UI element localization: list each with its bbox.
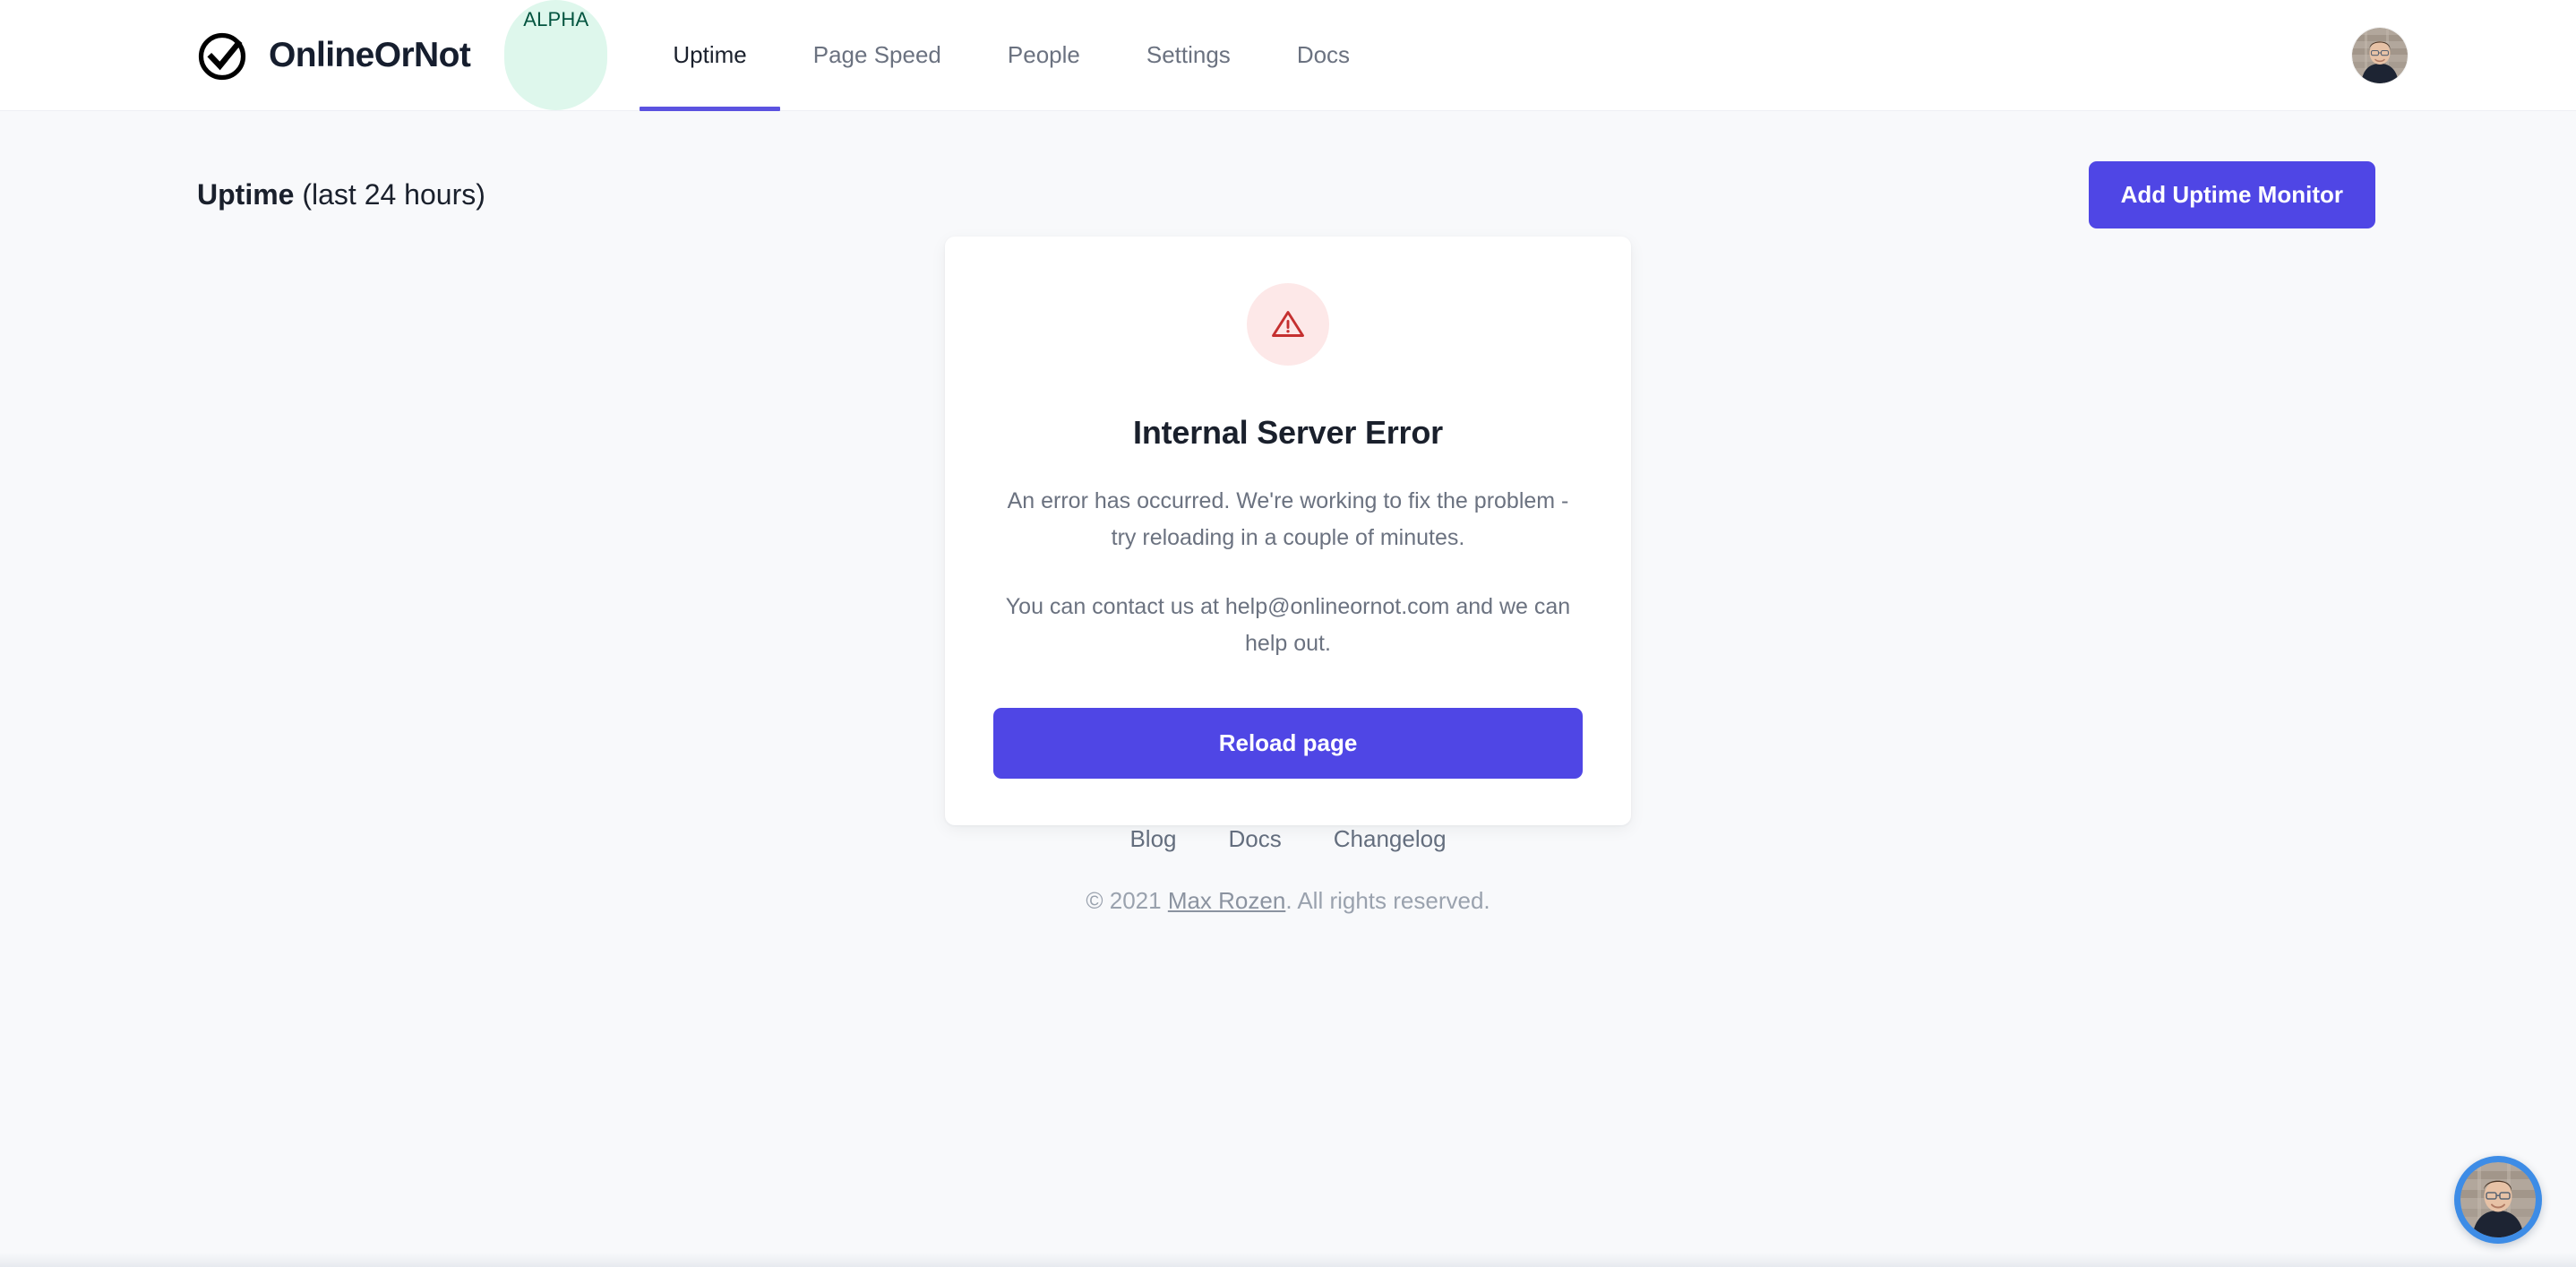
app-root: OnlineOrNot ALPHA Uptime Page Speed Peop… [0,0,2576,1267]
error-card-zone: Internal Server Error An error has occur… [0,228,2576,825]
nav-item-docs[interactable]: Docs [1264,0,1383,110]
site-footer: Blog Docs Changelog © 2021 Max Rozen. Al… [0,825,2576,1001]
error-title: Internal Server Error [1133,414,1443,451]
header-right [2352,0,2535,110]
app-header: OnlineOrNot ALPHA Uptime Page Speed Peop… [0,0,2576,111]
bottom-gradient-band [0,1253,2576,1267]
nav-item-settings[interactable]: Settings [1113,0,1264,110]
copyright-author-link[interactable]: Max Rozen [1168,887,1286,914]
copyright-suffix: . All rights reserved. [1285,887,1490,914]
page-title: Uptime (last 24 hours) [197,178,485,211]
warning-triangle-icon [1247,283,1329,366]
chat-widget-button[interactable] [2454,1156,2542,1244]
footer-link-docs[interactable]: Docs [1203,825,1308,853]
brand-name: OnlineOrNot [269,35,471,74]
page-title-strong: Uptime [197,178,295,211]
nav-item-page-speed[interactable]: Page Speed [780,0,975,110]
main-content: Uptime (last 24 hours) Add Uptime Monito… [0,111,2576,1267]
brand-home-link[interactable]: OnlineOrNot [197,0,504,110]
header-inner: OnlineOrNot ALPHA Uptime Page Speed Peop… [0,0,2576,111]
chat-avatar-icon [2460,1162,2536,1237]
error-message-contact: You can contact us at help@onlineornot.c… [1005,594,1571,656]
footer-link-changelog[interactable]: Changelog [1308,825,1473,853]
page-header-row: Uptime (last 24 hours) Add Uptime Monito… [0,111,2576,228]
footer-links: Blog Docs Changelog [0,825,2576,853]
avatar[interactable] [2352,27,2408,83]
nav-item-people[interactable]: People [975,0,1113,110]
alpha-badge: ALPHA [504,0,608,110]
main-nav: Uptime Page Speed People Settings Docs [640,0,1383,111]
page-title-subtitle: (last 24 hours) [302,178,485,211]
nav-item-uptime[interactable]: Uptime [640,0,781,111]
copyright-prefix: © 2021 [1086,887,1168,914]
error-message-primary: An error has occurred. We're working to … [1007,488,1569,550]
error-card: Internal Server Error An error has occur… [945,237,1631,825]
check-circle-icon [197,30,249,82]
copyright: © 2021 Max Rozen. All rights reserved. [0,887,2576,915]
add-uptime-monitor-button[interactable]: Add Uptime Monitor [2088,161,2375,228]
footer-link-blog[interactable]: Blog [1103,825,1202,853]
reload-page-button[interactable]: Reload page [993,708,1583,779]
